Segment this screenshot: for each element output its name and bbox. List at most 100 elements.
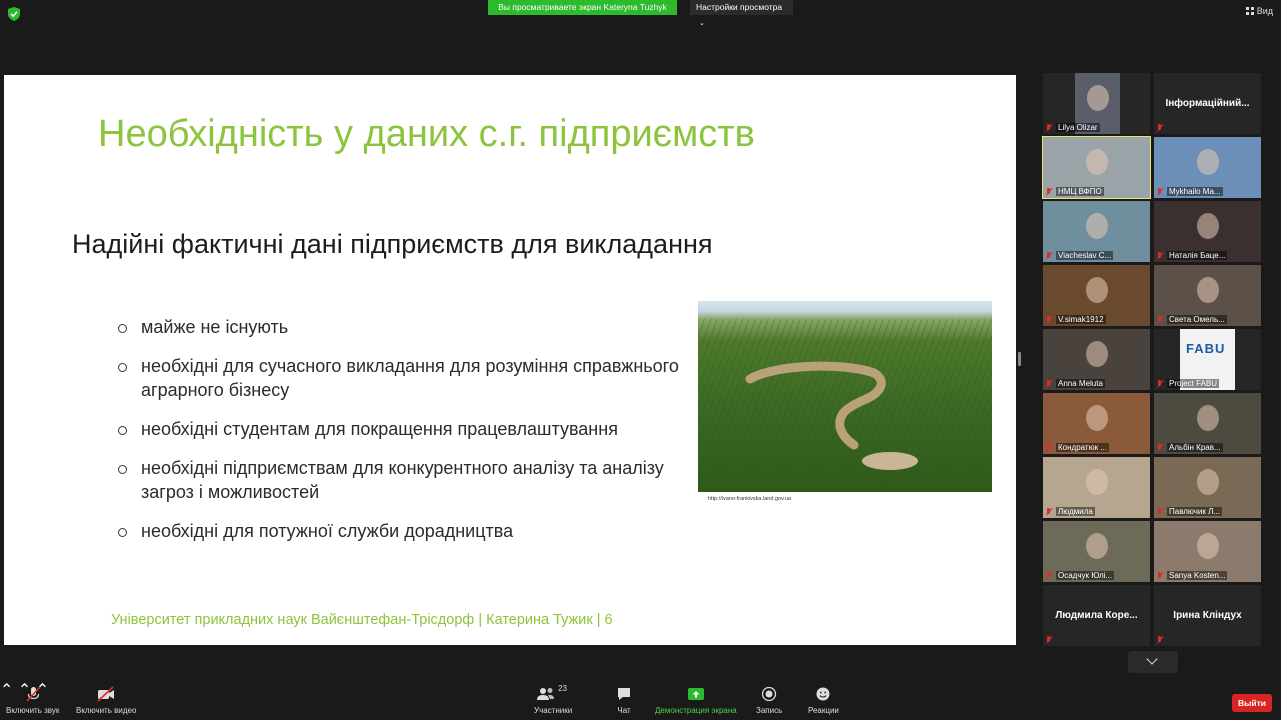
participant-silhouette <box>1196 213 1219 239</box>
participant-tile[interactable]: Mykhailo Ma... <box>1154 137 1261 198</box>
participant-name: НМЦ ВФПО <box>1056 187 1104 196</box>
view-button[interactable]: Вид <box>1245 6 1273 16</box>
chevron-down-icon <box>1146 653 1158 665</box>
microphone-muted-icon <box>1045 251 1052 260</box>
participant-name: Mykhailo Ma... <box>1167 187 1223 196</box>
microphone-muted-icon <box>1045 636 1052 644</box>
participant-name: Кондратюк ... <box>1056 443 1109 452</box>
participant-name: Осадчук Юлі... <box>1056 571 1115 580</box>
microphone-muted-icon <box>26 686 41 702</box>
slide-title: Необхідність у даних с.г. підприємств <box>98 113 755 155</box>
bullet-item: необхідні студентам для покращення праце… <box>116 417 686 441</box>
participant-tile[interactable]: Viacheslav C... <box>1043 201 1150 262</box>
participant-name-display: Ірина Кліндух <box>1173 610 1242 621</box>
microphone-muted-icon <box>1156 443 1163 452</box>
participant-name: V.simak1912 <box>1056 315 1106 324</box>
panel-resize-handle[interactable] <box>1018 352 1021 366</box>
participant-silhouette <box>1196 277 1219 303</box>
start-video-button[interactable]: Включить видео <box>76 686 136 715</box>
fabu-logo-text: FABU <box>1186 341 1226 356</box>
participant-silhouette <box>1085 341 1108 367</box>
participant-name: Viacheslav C... <box>1056 251 1114 260</box>
microphone-muted-icon <box>1045 123 1052 132</box>
participant-silhouette <box>1085 213 1108 239</box>
reactions-label: Реакции <box>808 706 839 715</box>
share-screen-icon <box>687 688 704 700</box>
bullet-item: необхідні для сучасного викладання для р… <box>116 354 686 402</box>
participant-silhouette <box>1196 149 1219 175</box>
reactions-button[interactable]: Реакции <box>808 686 839 715</box>
participant-tile[interactable]: Света Омель... <box>1154 265 1261 326</box>
participant-tile[interactable]: Кондратюк ... <box>1043 393 1150 454</box>
participant-name: Project FABU <box>1167 379 1220 388</box>
participant-silhouette <box>1196 533 1219 559</box>
microphone-muted-icon <box>1045 571 1052 580</box>
chat-label: Чат <box>617 706 631 715</box>
participants-button[interactable]: 23 Участники <box>534 684 573 715</box>
microphone-muted-icon <box>1156 571 1163 580</box>
participant-tile[interactable]: Lilya Olizar <box>1043 73 1150 134</box>
microphone-muted-icon <box>1156 315 1163 324</box>
screen-share-banner: Вы просматриваете экран Kateryna Tuzhyk <box>488 0 677 15</box>
participant-name: Людмила <box>1056 507 1095 516</box>
gallery-scroll-down-button[interactable] <box>1128 651 1178 673</box>
participant-label: Sanya Kosten... <box>1156 571 1228 580</box>
participant-tile[interactable]: Ірина Кліндух <box>1154 585 1261 646</box>
participants-count: 23 <box>558 684 568 693</box>
share-screen-button[interactable]: Демонстрация экрана <box>655 686 737 715</box>
participant-silhouette <box>1086 85 1109 111</box>
participant-label: V.simak1912 <box>1045 315 1106 324</box>
participant-tile[interactable]: Sanya Kosten... <box>1154 521 1261 582</box>
unmute-label: Включить звук <box>6 706 60 715</box>
microphone-muted-icon <box>1156 636 1163 644</box>
bullet-item: необхідні для потужної служби дорадництв… <box>116 519 686 543</box>
participant-silhouette <box>1085 277 1108 303</box>
image-caption: http://ivano-frankivska.land.gov.ua <box>708 496 792 502</box>
participant-tile[interactable]: НМЦ ВФПО <box>1042 136 1151 199</box>
participant-tile[interactable]: Anna Meluta <box>1043 329 1150 390</box>
participant-name-display: Інформаційний... <box>1165 98 1250 109</box>
bullet-item: необхідні підприємствам для конкурентног… <box>116 456 686 504</box>
microphone-muted-icon <box>1156 507 1163 516</box>
slide-subtitle: Надійні фактичні дані підприємств для ви… <box>72 229 713 259</box>
participant-label <box>1045 636 1056 644</box>
participant-label: Альбін Крав... <box>1156 443 1223 452</box>
participant-tile[interactable]: Павлючик Л... <box>1154 457 1261 518</box>
microphone-muted-icon <box>1045 443 1052 452</box>
participant-tile[interactable]: FABU Project FABU <box>1154 329 1261 390</box>
participant-label <box>1156 636 1167 644</box>
view-options-button[interactable]: Настройки просмотра ⌄ <box>690 0 793 27</box>
microphone-muted-icon <box>1156 379 1163 388</box>
participants-label: Участники <box>534 706 573 715</box>
participant-label: Наталія Баце... <box>1156 251 1228 260</box>
grid-view-icon <box>1245 7 1254 15</box>
participant-silhouette <box>1196 469 1219 495</box>
participant-label: Павлючик Л... <box>1156 507 1223 516</box>
view-button-label: Вид <box>1256 6 1273 16</box>
participant-name: Павлючик Л... <box>1167 507 1223 516</box>
participant-name: Anna Meluta <box>1056 379 1105 388</box>
participant-label: Кондратюк ... <box>1045 443 1109 452</box>
participant-tile[interactable]: Осадчук Юлі... <box>1043 521 1150 582</box>
participant-label: НМЦ ВФПО <box>1045 187 1104 196</box>
participant-tile[interactable]: Альбін Крав... <box>1154 393 1261 454</box>
unmute-button[interactable]: Включить звук <box>6 686 59 715</box>
participant-tile[interactable]: Інформаційний... <box>1154 73 1261 134</box>
leave-meeting-button[interactable]: Выйти <box>1232 694 1272 712</box>
participants-icon <box>537 688 555 700</box>
participant-silhouette <box>1085 469 1108 495</box>
participant-name-display: Людмила Коре... <box>1055 610 1138 621</box>
participant-tile[interactable]: Наталія Баце... <box>1154 201 1261 262</box>
shield-check-icon[interactable] <box>8 7 20 21</box>
smiley-reaction-icon <box>816 687 830 701</box>
participant-tile[interactable]: V.simak1912 <box>1043 265 1150 326</box>
participants-icon-wrap: 23 <box>536 684 570 702</box>
participant-tile[interactable]: Людмила Коре... <box>1043 585 1150 646</box>
participant-label: Viacheslav C... <box>1045 251 1114 260</box>
record-button[interactable]: Запись <box>756 686 782 715</box>
chat-button[interactable]: Чат <box>616 686 632 715</box>
shared-screen-slide: Необхідність у даних с.г. підприємств На… <box>4 75 1016 645</box>
participant-tile[interactable]: Людмила <box>1043 457 1150 518</box>
record-icon <box>761 686 777 702</box>
microphone-muted-icon <box>1045 187 1052 196</box>
